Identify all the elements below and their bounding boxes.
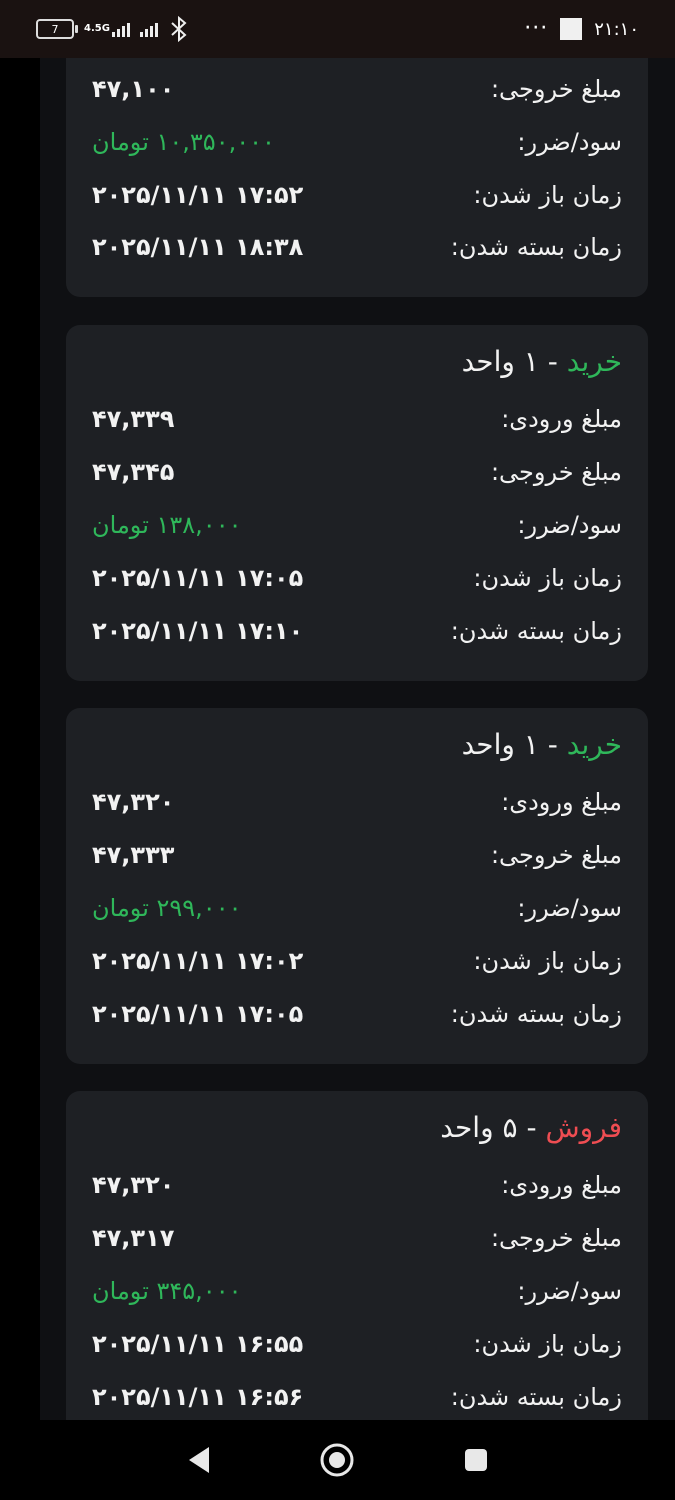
battery-icon: 7: [36, 19, 78, 39]
open-time-label: زمان باز شدن:: [473, 564, 622, 592]
open-time-value: ۲۰۲۵/۱۱/۱۱ ۱۶:۵۵: [92, 1330, 304, 1358]
close-time-label: زمان بسته شدن:: [450, 1000, 622, 1028]
pnl-value: ۳۴۵,۰۰۰ تومان: [92, 1277, 242, 1305]
exit-value: ۴۷,۱۰۰: [92, 75, 175, 103]
row-close-time: زمان بسته شدن: ۲۰۲۵/۱۱/۱۱ ۱۷:۰۵: [92, 994, 622, 1034]
status-bar: 7 4.5G ··· ۲۱:۱۰: [0, 0, 675, 58]
close-time-label: زمان بسته شدن:: [450, 1383, 622, 1411]
back-triangle-icon: [189, 1447, 210, 1473]
status-left: 7 4.5G: [36, 16, 190, 42]
row-open-time: زمان باز شدن: ۲۰۲۵/۱۱/۱۱ ۱۷:۰۲: [92, 941, 622, 981]
row-exit: مبلغ خروجی: ۴۷,۳۱۷: [92, 1218, 622, 1258]
trade-quantity: - ۱ واحد: [461, 728, 567, 761]
row-pnl: سود/ضرر: ۲۹۹,۰۰۰ تومان: [92, 888, 622, 928]
trade-history-list[interactable]: مبلغ خروجی: ۴۷,۱۰۰ سود/ضرر: ۱۰,۳۵۰,۰۰۰ ت…: [40, 58, 675, 1420]
open-time-value: ۲۰۲۵/۱۱/۱۱ ۱۷:۰۲: [92, 947, 304, 975]
clock: ۲۱:۱۰: [594, 18, 639, 40]
pnl-label: سود/ضرر:: [517, 128, 622, 156]
entry-value: ۴۷,۳۲۰: [92, 788, 175, 816]
row-exit: مبلغ خروجی: ۴۷,۱۰۰: [92, 69, 622, 109]
open-time-value: ۲۰۲۵/۱۱/۱۱ ۱۷:۰۵: [92, 564, 304, 592]
open-time-value: ۲۰۲۵/۱۱/۱۱ ۱۷:۵۲: [92, 181, 304, 209]
pnl-label: سود/ضرر:: [517, 894, 622, 922]
trade-side: فروش: [545, 1111, 622, 1144]
row-exit: مبلغ خروجی: ۴۷,۳۴۵: [92, 452, 622, 492]
exit-label: مبلغ خروجی:: [490, 458, 622, 486]
entry-label: مبلغ ورودی:: [501, 405, 622, 433]
trade-side: خرید: [566, 728, 622, 761]
status-right: ··· ۲۱:۱۰: [524, 18, 639, 40]
pnl-value: ۱۰,۳۵۰,۰۰۰ تومان: [92, 128, 275, 156]
row-close-time: زمان بسته شدن: ۲۰۲۵/۱۱/۱۱ ۱۶:۵۶: [92, 1377, 622, 1417]
trade-title: فروش - ۵ واحد: [440, 1111, 622, 1144]
bluetooth-icon: [171, 16, 187, 42]
network-type: 4.5G: [84, 23, 110, 34]
home-button[interactable]: [307, 1430, 367, 1490]
exit-value: ۴۷,۳۴۵: [92, 458, 175, 486]
exit-label: مبلغ خروجی:: [490, 841, 622, 869]
entry-label: مبلغ ورودی:: [501, 1171, 622, 1199]
trade-quantity: - ۵ واحد: [440, 1111, 546, 1144]
pnl-value: ۱۳۸,۰۰۰ تومان: [92, 511, 242, 539]
row-pnl: سود/ضرر: ۱۳۸,۰۰۰ تومان: [92, 505, 622, 545]
open-time-label: زمان باز شدن:: [473, 181, 622, 209]
row-entry: مبلغ ورودی: ۴۷,۳۳۹: [92, 399, 622, 439]
trade-card-0: مبلغ خروجی: ۴۷,۱۰۰ سود/ضرر: ۱۰,۳۵۰,۰۰۰ ت…: [66, 58, 648, 297]
system-nav-bar: [0, 1420, 675, 1500]
recents-square-icon: [464, 1449, 487, 1471]
entry-value: ۴۷,۳۳۹: [92, 405, 175, 433]
trade-card-3: فروش - ۵ واحد مبلغ ورودی: ۴۷,۳۲۰ مبلغ خر…: [66, 1091, 648, 1420]
close-time-value: ۲۰۲۵/۱۱/۱۱ ۱۷:۰۵: [92, 1000, 304, 1028]
entry-label: مبلغ ورودی:: [501, 788, 622, 816]
exit-value: ۴۷,۳۳۳: [92, 841, 175, 869]
row-pnl: سود/ضرر: ۳۴۵,۰۰۰ تومان: [92, 1271, 622, 1311]
row-open-time: زمان باز شدن: ۲۰۲۵/۱۱/۱۱ ۱۶:۵۵: [92, 1324, 622, 1364]
row-close-time: زمان بسته شدن: ۲۰۲۵/۱۱/۱۱ ۱۸:۳۸: [92, 227, 622, 267]
open-time-label: زمان باز شدن:: [473, 947, 622, 975]
entry-value: ۴۷,۳۲۰: [92, 1171, 175, 1199]
battery-level: 7: [51, 22, 59, 36]
back-button[interactable]: [169, 1430, 229, 1490]
recents-button[interactable]: [446, 1430, 506, 1490]
exit-value: ۴۷,۳۱۷: [92, 1224, 175, 1252]
close-time-value: ۲۰۲۵/۱۱/۱۱ ۱۸:۳۸: [92, 233, 304, 261]
row-entry: مبلغ ورودی: ۴۷,۳۲۰: [92, 782, 622, 822]
trade-card-1: خرید - ۱ واحد مبلغ ورودی: ۴۷,۳۳۹ مبلغ خر…: [66, 325, 648, 681]
row-close-time: زمان بسته شدن: ۲۰۲۵/۱۱/۱۱ ۱۷:۱۰: [92, 611, 622, 651]
exit-label: مبلغ خروجی:: [490, 1224, 622, 1252]
notification-square-icon: [560, 18, 583, 40]
pnl-label: سود/ضرر:: [517, 1277, 622, 1305]
trade-side: خرید: [566, 345, 622, 378]
network-indicator: 4.5G: [84, 21, 130, 37]
overflow-dots-icon: ···: [524, 16, 549, 41]
close-time-label: زمان بسته شدن:: [450, 617, 622, 645]
close-time-value: ۲۰۲۵/۱۱/۱۱ ۱۷:۱۰: [92, 617, 304, 645]
pnl-value: ۲۹۹,۰۰۰ تومان: [92, 894, 242, 922]
pnl-label: سود/ضرر:: [517, 511, 622, 539]
row-pnl: سود/ضرر: ۱۰,۳۵۰,۰۰۰ تومان: [92, 122, 622, 162]
signal-bars-icon-2: [139, 21, 158, 37]
home-circle-icon: [320, 1443, 354, 1477]
exit-label: مبلغ خروجی:: [490, 75, 622, 103]
row-exit: مبلغ خروجی: ۴۷,۳۳۳: [92, 835, 622, 875]
trade-title: خرید - ۱ واحد: [462, 345, 622, 378]
trade-title: خرید - ۱ واحد: [462, 728, 622, 761]
close-time-label: زمان بسته شدن:: [450, 233, 622, 261]
trade-quantity: - ۱ واحد: [461, 345, 567, 378]
row-open-time: زمان باز شدن: ۲۰۲۵/۱۱/۱۱ ۱۷:۰۵: [92, 558, 622, 598]
trade-card-2: خرید - ۱ واحد مبلغ ورودی: ۴۷,۳۲۰ مبلغ خر…: [66, 708, 648, 1064]
close-time-value: ۲۰۲۵/۱۱/۱۱ ۱۶:۵۶: [92, 1383, 304, 1411]
signal-bars-icon-1: [111, 21, 130, 37]
open-time-label: زمان باز شدن:: [473, 1330, 622, 1358]
row-open-time: زمان باز شدن: ۲۰۲۵/۱۱/۱۱ ۱۷:۵۲: [92, 175, 622, 215]
row-entry: مبلغ ورودی: ۴۷,۳۲۰: [92, 1165, 622, 1205]
